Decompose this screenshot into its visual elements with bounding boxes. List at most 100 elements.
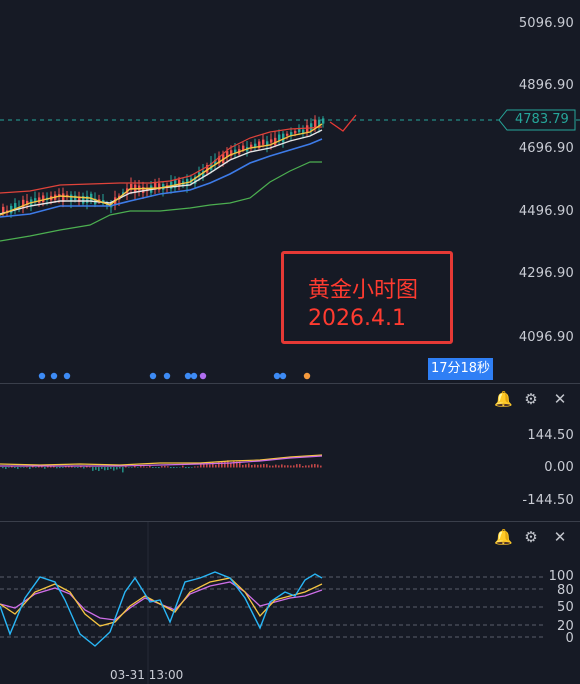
macd-bar: [224, 461, 226, 468]
macd-bar: [197, 466, 199, 468]
macd-bar: [131, 467, 133, 468]
macd-bar: [299, 464, 301, 468]
signal-dot: [190, 372, 198, 380]
macd-bar: [110, 467, 112, 469]
macd-bar: [101, 467, 103, 469]
macd-bar: [125, 466, 127, 468]
price-tick-label: 4496.90: [518, 204, 574, 219]
time-axis-label: 03-31 13:00: [110, 668, 184, 682]
macd-bar: [149, 465, 151, 468]
macd-pane[interactable]: 🔔 ⚙ ✕ 144.50 0.00 -144.50: [0, 384, 580, 521]
macd-bar: [143, 466, 145, 468]
signal-dot: [303, 372, 311, 380]
macd-bar: [179, 467, 181, 468]
osc-tick-label: 80: [557, 583, 574, 598]
current-price-tag: 4783.79: [498, 109, 576, 131]
macd-bar: [188, 467, 190, 469]
price-tick-label: 4896.90: [518, 78, 574, 93]
macd-bar: [302, 465, 304, 468]
macd-bar: [266, 464, 268, 468]
macd-bar: [104, 467, 106, 471]
macd-bar: [167, 466, 169, 468]
signal-dot: [149, 372, 157, 380]
candle-body: [270, 139, 273, 143]
macd-bar: [209, 464, 211, 468]
signal-dot: [279, 372, 287, 380]
macd-bar: [251, 464, 253, 468]
macd-bar: [293, 465, 295, 468]
annotation-box: 黄金小时图 2026.4.1: [281, 251, 453, 344]
annotation-title: 黄金小时图: [308, 278, 419, 303]
macd-bar: [5, 467, 7, 469]
macd-bar: [248, 463, 250, 468]
macd-bar: [215, 464, 217, 468]
macd-bar: [155, 467, 157, 468]
macd-bar: [296, 464, 298, 468]
price-tick-label: 4096.90: [518, 330, 574, 345]
candle-body: [294, 130, 297, 134]
macd-bar: [152, 467, 154, 468]
macd-bar: [305, 465, 307, 468]
candle-body: [286, 133, 289, 136]
candle-body: [274, 137, 277, 146]
macd-tick-label: -144.50: [522, 493, 574, 508]
macd-tick-label: 0.00: [544, 460, 574, 475]
macd-bar: [122, 467, 124, 473]
macd-bar: [260, 464, 262, 468]
signal-dot: [199, 372, 207, 380]
macd-bar: [281, 464, 283, 468]
macd-bar: [233, 460, 235, 468]
macd-bar: [8, 467, 10, 468]
ma-fast-line: [0, 123, 323, 216]
macd-bar: [77, 467, 79, 468]
candle-body: [250, 144, 253, 148]
macd-bar: [278, 465, 280, 468]
macd-bar: [311, 464, 313, 468]
candle-body: [130, 184, 133, 189]
macd-bar: [200, 464, 202, 468]
upper-band-line: [0, 126, 323, 194]
macd-bar: [263, 464, 265, 468]
macd-bar: [113, 467, 115, 471]
macd-bar: [290, 465, 292, 468]
macd-bar: [137, 467, 139, 468]
macd-bar: [284, 465, 286, 468]
macd-bar: [23, 467, 25, 468]
macd-chart[interactable]: [0, 384, 580, 521]
macd-bar: [56, 467, 58, 469]
macd-bar: [95, 467, 97, 470]
macd-bar: [164, 465, 166, 468]
macd-bar: [119, 467, 121, 469]
signal-dot: [38, 372, 46, 380]
oscillator-chart[interactable]: [0, 522, 580, 684]
macd-bar: [191, 467, 193, 468]
forecast-arrow: [329, 114, 357, 132]
macd-bar: [98, 467, 100, 472]
macd-bar: [62, 467, 64, 468]
macd-bar: [26, 466, 28, 468]
macd-bar: [314, 464, 316, 468]
macd-tick-label: 144.50: [527, 428, 574, 443]
macd-bar: [182, 465, 184, 468]
macd-bar: [83, 467, 85, 469]
macd-bar: [272, 465, 274, 468]
macd-bar: [185, 467, 187, 469]
oscillator-fast-line: [0, 571, 323, 647]
price-tick-label: 4296.90: [518, 266, 574, 281]
macd-bar: [269, 465, 271, 468]
macd-bar: [254, 464, 256, 468]
macd-bar: [230, 463, 232, 468]
ma-slow-line: [0, 138, 323, 218]
signal-markers: [38, 372, 311, 380]
candle-body: [310, 123, 313, 131]
macd-bar: [158, 467, 160, 469]
oscillator-pane[interactable]: 🔔 ⚙ ✕ 100 80 50 20 0: [0, 522, 580, 684]
macd-bar: [17, 467, 19, 469]
osc-tick-label: 0: [565, 631, 574, 646]
price-chart-pane[interactable]: 5096.90 4896.90 4696.90 4496.90 4296.90 …: [0, 0, 580, 383]
macd-bar: [242, 464, 244, 468]
price-tick-label: 4696.90: [518, 141, 574, 156]
candle-body: [322, 118, 325, 124]
macd-bar: [14, 467, 16, 469]
macd-bar: [320, 465, 322, 468]
